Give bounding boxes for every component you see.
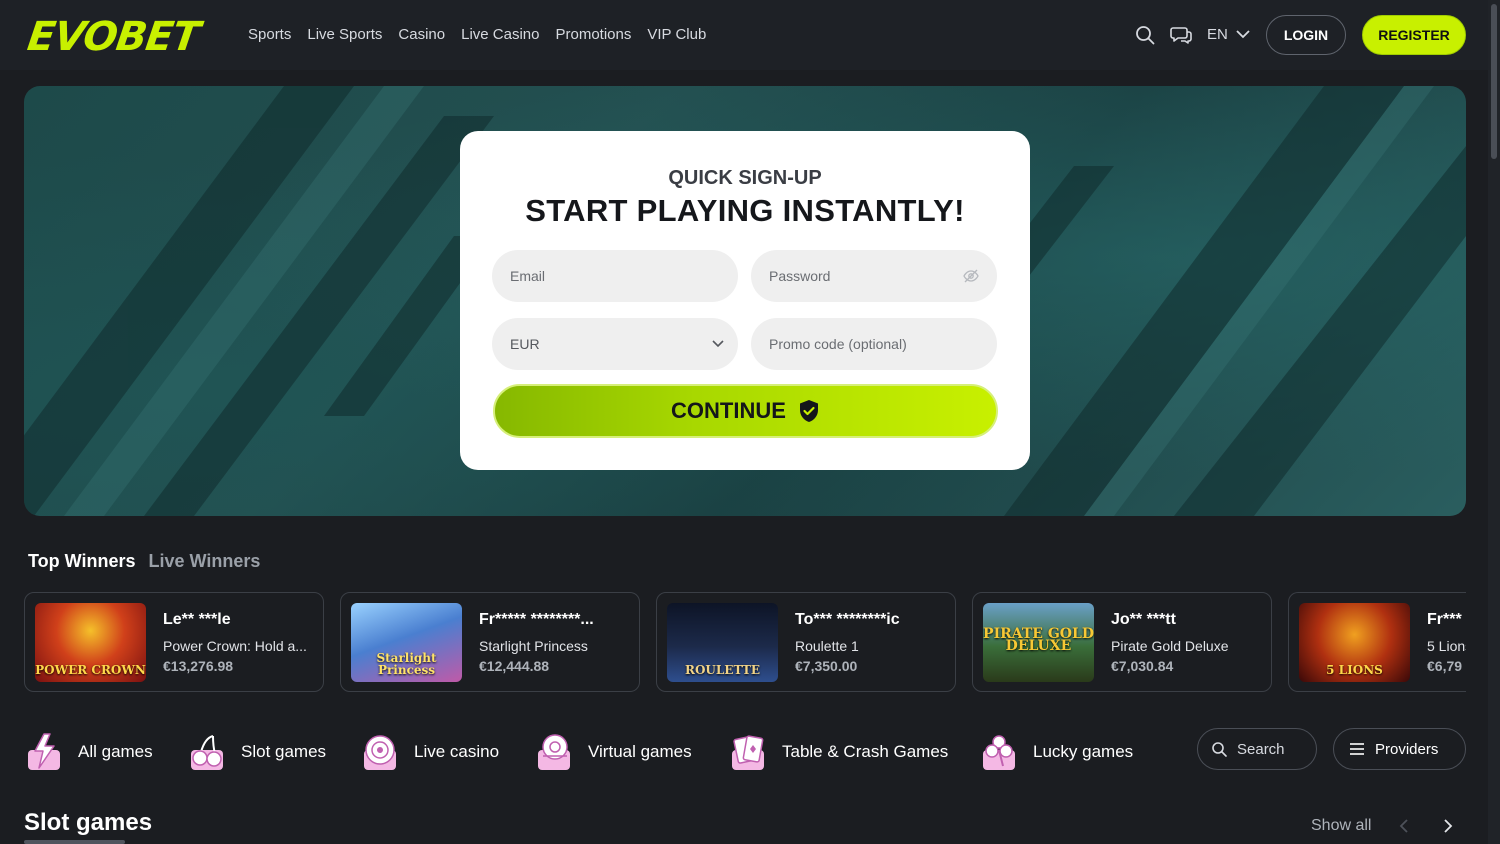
category-slot-games[interactable]: Slot games — [187, 732, 326, 772]
thumb-text: POWER CROWN — [35, 663, 146, 677]
search-icon[interactable] — [1134, 24, 1156, 46]
providers-label: Providers — [1375, 740, 1439, 758]
nav-sports[interactable]: Sports — [248, 26, 291, 43]
category-label: Slot games — [241, 742, 327, 761]
category-lucky-games[interactable]: Lucky games — [979, 732, 1133, 772]
category-table-crash-games[interactable]: Table & Crash Games — [728, 732, 948, 772]
category-label: Live casino — [414, 742, 500, 761]
winner-card[interactable]: POWER CROWN Le** ***le Power Crown: Hold… — [24, 592, 324, 692]
thumb-text: PIRATE GOLD DELUXE — [983, 625, 1094, 654]
nav-vip-club[interactable]: VIP Club — [647, 26, 706, 43]
game-thumbnail: ROULETTE — [667, 603, 778, 682]
chevron-down-icon — [712, 340, 724, 348]
thumb-text: Starlight Princess — [376, 651, 437, 677]
thumb-text: ROULETTE — [684, 663, 761, 677]
virtual-ball-icon — [538, 734, 570, 770]
game-thumbnail: POWER CROWN — [35, 603, 146, 682]
show-all-link[interactable]: Show all — [1311, 817, 1371, 835]
quick-signup-panel: QUICK SIGN-UP START PLAYING INSTANTLY! E… — [460, 131, 1030, 470]
winner-game: Starlight Princess — [479, 638, 588, 654]
category-label: Virtual games — [588, 742, 692, 761]
winner-card[interactable]: 5 LIONS Fr*** **** 5 Lions Megaways €6,7… — [1288, 592, 1466, 692]
register-button[interactable]: REGISTER — [1362, 15, 1466, 55]
hero-banner: QUICK SIGN-UP START PLAYING INSTANTLY! E… — [24, 86, 1466, 516]
winner-game: Power Crown: Hold a... — [163, 638, 307, 654]
search-placeholder: Search — [1237, 740, 1285, 758]
password-placeholder: Password — [769, 268, 831, 284]
signup-subtitle: QUICK SIGN-UP — [668, 167, 822, 189]
winner-amount: €6,79 — [1427, 658, 1463, 674]
login-button[interactable]: LOGIN — [1266, 15, 1346, 55]
nav-live-casino[interactable]: Live Casino — [461, 26, 539, 43]
next-arrow[interactable] — [1434, 812, 1462, 840]
game-search-input[interactable]: Search — [1197, 728, 1317, 770]
shield-check-icon — [799, 400, 818, 422]
winner-name: To*** ********ic — [795, 611, 900, 628]
promo-code-field[interactable]: Promo code (optional) — [751, 318, 997, 370]
category-label: All games — [78, 742, 153, 761]
prev-arrow[interactable] — [1390, 812, 1418, 840]
lightning-icon — [28, 733, 60, 770]
promo-placeholder: Promo code (optional) — [769, 336, 907, 352]
winner-card[interactable]: PIRATE GOLD DELUXE Jo** ***tt Pirate Gol… — [972, 592, 1272, 692]
winner-game: Pirate Gold Deluxe — [1111, 638, 1229, 654]
nav-casino[interactable]: Casino — [398, 26, 445, 43]
top-header: EVOBET Sports Live Sports Casino Live Ca… — [0, 0, 1500, 70]
scroll-thumb[interactable] — [1491, 4, 1497, 159]
password-field[interactable]: Password — [751, 250, 997, 302]
chevron-right-icon — [1444, 819, 1453, 833]
winners-tabs: Top Winners Live Winners — [28, 551, 260, 572]
game-thumbnail: PIRATE GOLD DELUXE — [983, 603, 1094, 682]
winner-amount: €13,276.98 — [163, 658, 234, 674]
winner-card[interactable]: Starlight Princess Fr***** ********... S… — [340, 592, 640, 692]
category-label: Lucky games — [1033, 742, 1134, 761]
eye-off-icon[interactable] — [963, 268, 979, 284]
winner-game: Roulette 1 — [795, 638, 859, 654]
nav-live-sports[interactable]: Live Sports — [307, 26, 382, 43]
search-icon — [1212, 742, 1227, 757]
category-all-games[interactable]: All games — [24, 732, 153, 772]
clover-icon — [983, 735, 1015, 770]
winner-name: Jo** ***tt — [1111, 611, 1176, 628]
providers-button[interactable]: Providers — [1333, 728, 1466, 770]
continue-label: CONTINUE — [671, 398, 786, 423]
tab-live-winners[interactable]: Live Winners — [149, 551, 261, 572]
section-underline — [24, 840, 125, 844]
signup-title: START PLAYING INSTANTLY! — [525, 193, 965, 228]
roulette-wheel-icon — [364, 735, 396, 770]
chevron-down-icon — [1236, 30, 1250, 39]
chevron-left-icon — [1399, 819, 1408, 833]
winner-name: Fr***** ********... — [479, 611, 594, 628]
thumb-text: 5 LIONS — [1326, 663, 1383, 677]
winner-name: Le** ***le — [163, 611, 231, 628]
winner-amount: €7,030.84 — [1111, 658, 1174, 674]
main-nav: Sports Live Sports Casino Live Casino Pr… — [248, 26, 706, 43]
winner-card[interactable]: ROULETTE To*** ********ic Roulette 1 €7,… — [656, 592, 956, 692]
tab-top-winners[interactable]: Top Winners — [28, 551, 136, 572]
winner-game: 5 Lions Megaways — [1427, 638, 1466, 654]
category-virtual-games[interactable]: Virtual games — [534, 732, 692, 772]
continue-button[interactable]: CONTINUE — [493, 384, 998, 438]
winner-amount: €7,350.00 — [795, 658, 858, 674]
page-scrollbar[interactable] — [1488, 0, 1500, 844]
language-selector[interactable]: EN — [1207, 26, 1250, 43]
section-title: Slot games — [24, 809, 153, 836]
game-thumbnail: Starlight Princess — [351, 603, 462, 682]
menu-icon — [1350, 743, 1364, 755]
currency-value: EUR — [510, 336, 540, 352]
game-thumbnail: 5 LIONS — [1299, 603, 1410, 682]
evobet-logo[interactable]: EVOBET — [25, 14, 202, 60]
language-label: EN — [1207, 26, 1228, 43]
email-field[interactable]: Email — [492, 250, 738, 302]
email-placeholder: Email — [510, 268, 546, 284]
currency-select[interactable]: EUR — [492, 318, 738, 370]
winner-name: Fr*** **** — [1427, 611, 1466, 628]
chat-icon[interactable] — [1170, 24, 1192, 46]
nav-promotions[interactable]: Promotions — [556, 26, 632, 43]
winner-amount: €12,444.88 — [479, 658, 550, 674]
cherry-icon — [191, 735, 223, 770]
category-label: Table & Crash Games — [782, 742, 949, 761]
cards-icon — [732, 735, 764, 770]
category-live-casino[interactable]: Live casino — [360, 732, 499, 772]
